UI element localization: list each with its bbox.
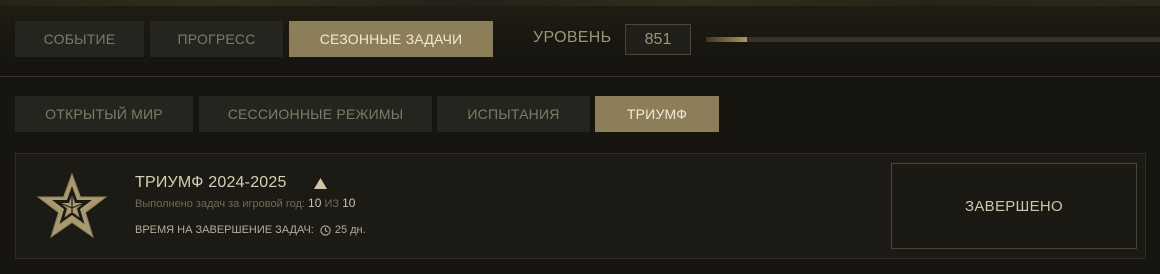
tasks-progress-separator: ИЗ xyxy=(324,198,339,210)
subtab-triumph[interactable]: ТРИУМФ xyxy=(595,96,719,132)
card-title: ТРИУМФ 2024-2025 xyxy=(135,174,287,191)
subtab-trials[interactable]: ИСПЫТАНИЯ xyxy=(437,96,590,132)
status-completed-button[interactable]: ЗАВЕРШЕНО xyxy=(891,163,1137,249)
tasks-progress-label: Выполнено задач за игровой год: xyxy=(135,198,305,210)
tab-event[interactable]: СОБЫТИЕ xyxy=(15,21,144,57)
tasks-done-count: 10 xyxy=(308,196,322,210)
star-icon xyxy=(36,172,108,239)
time-remaining-label: ВРЕМЯ НА ЗАВЕРШЕНИЕ ЗАДАЧ: xyxy=(135,224,314,236)
tasks-progress: Выполнено задач за игровой год: 10 ИЗ 10 xyxy=(135,196,355,210)
level-value: 851 xyxy=(625,24,691,55)
seasonal-tasks-panel: СОБЫТИЕ ПРОГРЕСС СЕЗОННЫЕ ЗАДАЧИ УРОВЕНЬ… xyxy=(0,0,1160,274)
tasks-total-count: 10 xyxy=(342,196,356,210)
tab-progress[interactable]: ПРОГРЕСС xyxy=(150,21,283,57)
level-progress-bar xyxy=(706,37,1160,42)
level-progress-fill xyxy=(706,37,747,42)
time-remaining-value: 25 дн. xyxy=(334,224,366,236)
triangle-up-icon[interactable] xyxy=(314,178,327,189)
clock-icon xyxy=(320,224,331,236)
level-label: УРОВЕНЬ xyxy=(533,29,612,46)
subtab-open-world[interactable]: ОТКРЫТЫЙ МИР xyxy=(15,96,193,132)
tab-seasonal-tasks[interactable]: СЕЗОННЫЕ ЗАДАЧИ xyxy=(289,21,493,57)
time-remaining: ВРЕМЯ НА ЗАВЕРШЕНИЕ ЗАДАЧ: 25 дн. xyxy=(135,224,366,236)
subtab-session-modes[interactable]: СЕССИОННЫЕ РЕЖИМЫ xyxy=(199,96,432,132)
